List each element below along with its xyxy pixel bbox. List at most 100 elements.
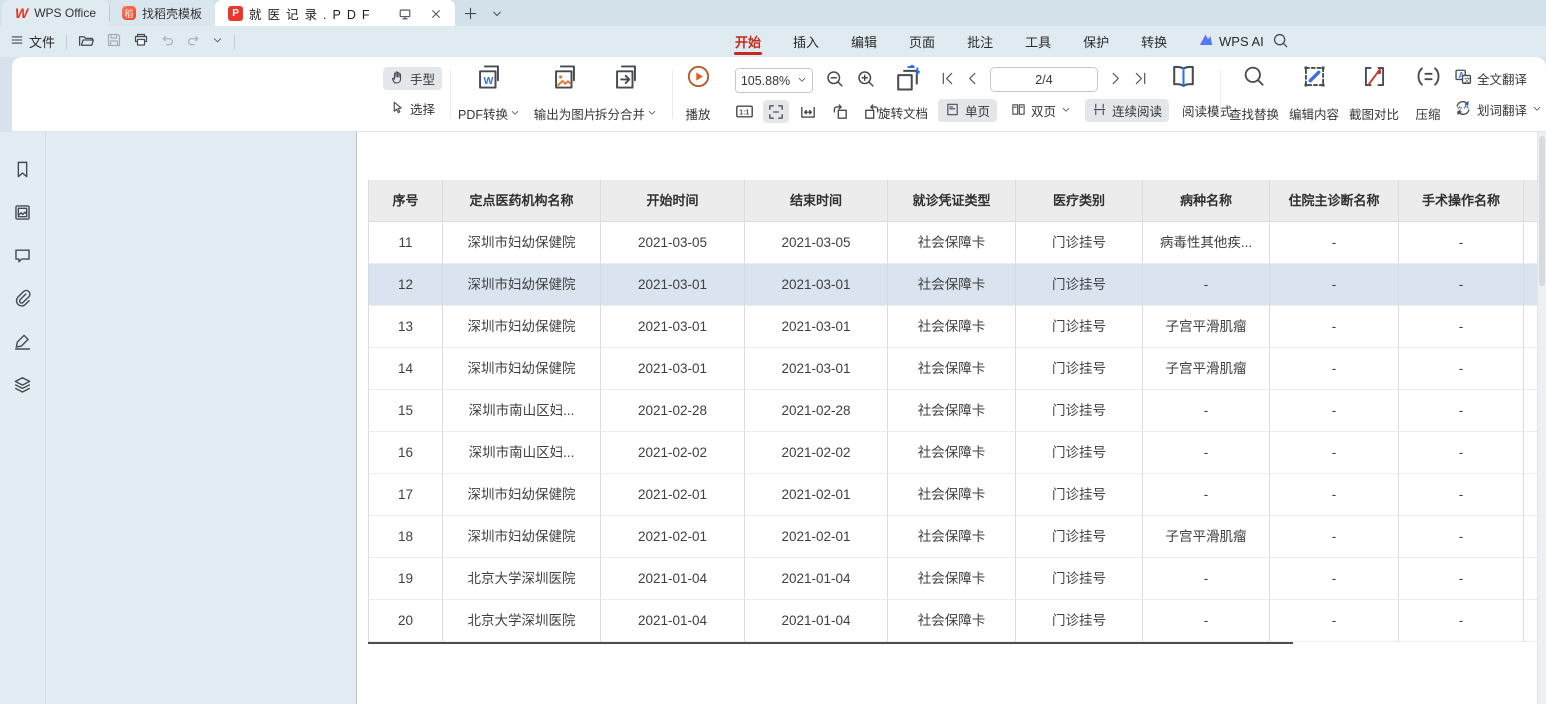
play-button[interactable]: 播放 bbox=[676, 64, 720, 126]
table-cell: 2021-03-01 bbox=[601, 306, 745, 348]
table-row: 13深圳市妇幼保健院2021-03-012021-03-01社会保障卡门诊挂号子… bbox=[368, 306, 1537, 348]
split-merge-button[interactable]: 拆分合并 bbox=[590, 64, 662, 126]
docer-icon: 稻 bbox=[122, 6, 136, 20]
scrollbar-thumb[interactable] bbox=[1539, 136, 1545, 286]
word-translate-button[interactable]: A文 划词翻译 bbox=[1454, 99, 1542, 120]
menu-tab-annotate[interactable]: 批注 bbox=[965, 26, 995, 57]
table-header-cell: 病种名称 bbox=[1143, 180, 1270, 222]
compress-button[interactable]: 压缩 bbox=[1408, 64, 1448, 126]
table-cell: 社会保障卡 bbox=[888, 432, 1016, 474]
double-page-button[interactable]: 双页 bbox=[1004, 99, 1078, 122]
chevron-down-icon bbox=[510, 107, 520, 121]
save-icon[interactable] bbox=[106, 32, 122, 51]
full-text-translate-icon: A文 bbox=[1454, 68, 1472, 89]
screenshot-compare-label: 截图对比 bbox=[1349, 104, 1399, 123]
hand-tool-button[interactable]: 手型 bbox=[383, 67, 442, 90]
cursor-icon bbox=[390, 100, 405, 118]
pdf-convert-icon: W bbox=[476, 64, 502, 93]
bookmark-icon[interactable] bbox=[12, 158, 34, 180]
print-icon[interactable] bbox=[133, 32, 149, 51]
rotate-document-icon[interactable] bbox=[894, 65, 921, 92]
read-mode-label[interactable]: 阅读模式 bbox=[1182, 101, 1232, 120]
actual-size-icon[interactable]: 1:1 bbox=[731, 100, 757, 123]
pdf-convert-label: PDF转换 bbox=[458, 104, 508, 123]
table-row: 11深圳市妇幼保健院2021-03-052021-03-05社会保障卡门诊挂号病… bbox=[368, 222, 1537, 264]
chevron-down-icon[interactable] bbox=[212, 34, 223, 49]
zoom-out-icon[interactable] bbox=[825, 69, 845, 89]
fit-page-icon[interactable] bbox=[763, 100, 789, 123]
menu-tab-convert[interactable]: 转换 bbox=[1139, 26, 1169, 57]
table-row: 19北京大学深圳医院2021-01-042021-01-04社会保障卡门诊挂号-… bbox=[368, 558, 1537, 600]
wps-ai-button[interactable]: WPS AI bbox=[1198, 26, 1264, 57]
find-replace-label: 查找替换 bbox=[1229, 104, 1279, 123]
comment-icon[interactable] bbox=[12, 244, 34, 266]
divider bbox=[234, 34, 235, 49]
first-page-icon[interactable] bbox=[940, 71, 955, 89]
table-cell: 社会保障卡 bbox=[888, 390, 1016, 432]
table-cell: 社会保障卡 bbox=[888, 348, 1016, 390]
zoom-level-combo[interactable]: 105.88% bbox=[735, 68, 813, 93]
menu-tab-edit[interactable]: 编辑 bbox=[849, 26, 879, 57]
read-mode-icon[interactable] bbox=[1170, 63, 1197, 90]
table-cell: 门诊挂号 bbox=[1016, 516, 1143, 558]
page-number-input[interactable]: 2/4 bbox=[990, 67, 1098, 92]
continuous-read-button[interactable]: 连续阅读 bbox=[1085, 99, 1169, 122]
table-cell: 2021-03-01 bbox=[601, 348, 745, 390]
select-tool-label: 选择 bbox=[410, 99, 435, 118]
menu-tab-home[interactable]: 开始 bbox=[733, 26, 763, 57]
full-text-translate-button[interactable]: A文 全文翻译 bbox=[1454, 68, 1527, 89]
tab-docer-templates[interactable]: 稻 找稻壳模板 bbox=[109, 0, 215, 26]
redo-icon[interactable] bbox=[186, 33, 201, 51]
table-cell bbox=[1524, 348, 1537, 390]
table-cell: - bbox=[1270, 558, 1399, 600]
word-translate-icon: A文 bbox=[1454, 99, 1472, 120]
table-cell: 2021-03-05 bbox=[601, 222, 745, 264]
zoom-in-icon[interactable] bbox=[856, 69, 876, 89]
table-cell: 北京大学深圳医院 bbox=[443, 600, 601, 642]
document-page: 序号定点医药机构名称开始时间结束时间就诊凭证类型医疗类别病种名称住院主诊断名称手… bbox=[357, 132, 1537, 704]
table-cell: 2021-02-01 bbox=[601, 474, 745, 516]
new-tab-button[interactable] bbox=[455, 1, 486, 26]
table-cell: 门诊挂号 bbox=[1016, 222, 1143, 264]
screenshot-compare-button[interactable]: 截图对比 bbox=[1346, 64, 1402, 126]
tab-wps-office[interactable]: W WPS Office bbox=[2, 0, 109, 26]
pdf-convert-button[interactable]: W PDF转换 bbox=[453, 64, 525, 126]
edit-content-button[interactable]: 编辑内容 bbox=[1286, 64, 1342, 126]
compress-label: 压缩 bbox=[1415, 104, 1440, 123]
search-icon[interactable] bbox=[1272, 32, 1289, 52]
menu-tab-tools[interactable]: 工具 bbox=[1023, 26, 1053, 57]
next-page-icon[interactable] bbox=[1108, 71, 1123, 89]
attachment-icon[interactable] bbox=[12, 287, 34, 309]
menu-tab-page[interactable]: 页面 bbox=[907, 26, 937, 57]
chevron-down-icon bbox=[1532, 103, 1542, 117]
ribbon-toolbar: 手型 选择 W PDF转换 输出为图片 拆分合并 播放 105.88% bbox=[12, 57, 1546, 132]
file-menu[interactable]: 文件 bbox=[10, 32, 55, 51]
table-cell: - bbox=[1399, 600, 1524, 642]
single-page-button[interactable]: 单页 bbox=[938, 99, 997, 122]
rotate-left-icon[interactable] bbox=[827, 100, 853, 123]
open-icon[interactable] bbox=[78, 32, 95, 52]
find-replace-button[interactable]: 查找替换 bbox=[1226, 64, 1282, 126]
tab-document-pdf[interactable]: P 就医记录.PDF bbox=[215, 0, 455, 26]
menu-tab-insert[interactable]: 插入 bbox=[791, 26, 821, 57]
table-header-cell: 序号 bbox=[368, 180, 443, 222]
table-cell: 门诊挂号 bbox=[1016, 558, 1143, 600]
table-cell: - bbox=[1143, 264, 1270, 306]
table-cell: 20 bbox=[368, 600, 443, 642]
last-page-icon[interactable] bbox=[1133, 71, 1148, 89]
float-window-icon[interactable] bbox=[393, 7, 417, 21]
undo-icon[interactable] bbox=[160, 33, 175, 51]
signature-icon[interactable] bbox=[12, 330, 34, 352]
layers-icon[interactable] bbox=[12, 373, 34, 395]
tab-list-chevron[interactable] bbox=[486, 1, 508, 26]
fit-width-icon[interactable] bbox=[795, 100, 821, 123]
svg-text:A: A bbox=[1464, 101, 1469, 110]
previous-page-icon[interactable] bbox=[965, 71, 980, 89]
vertical-scrollbar[interactable] bbox=[1537, 132, 1546, 704]
thumbnail-icon[interactable] bbox=[12, 201, 34, 223]
table-cell bbox=[1524, 432, 1537, 474]
table-cell bbox=[1524, 600, 1537, 642]
menu-tab-protect[interactable]: 保护 bbox=[1081, 26, 1111, 57]
close-tab-icon[interactable] bbox=[425, 8, 447, 20]
select-tool-button[interactable]: 选择 bbox=[383, 97, 442, 120]
